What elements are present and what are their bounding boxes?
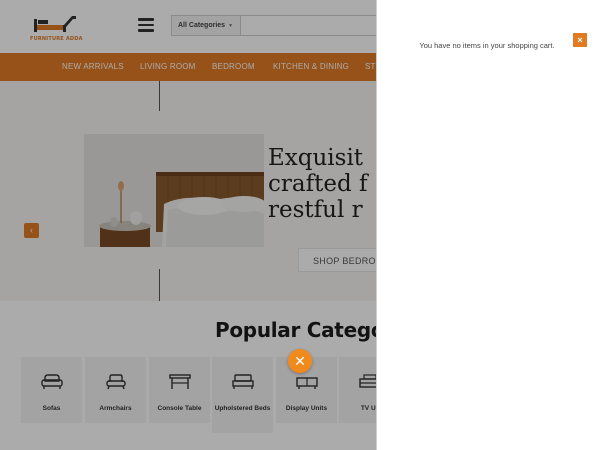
mini-cart-drawer: You have no items in your shopping cart.… [376,0,600,450]
close-icon[interactable]: ✕ [288,349,312,373]
empty-cart-message: You have no items in your shopping cart. [419,41,555,50]
cart-close-icon[interactable]: × [573,33,587,47]
